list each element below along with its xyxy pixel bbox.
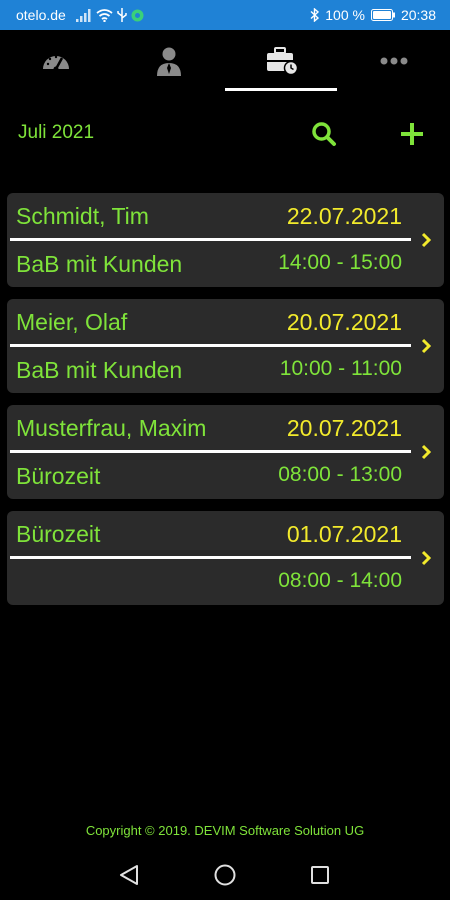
more-dots-icon <box>380 57 408 65</box>
card-divider <box>10 238 411 241</box>
system-navigation-bar <box>0 850 450 900</box>
person-icon <box>157 47 181 76</box>
recents-square-icon <box>311 866 329 884</box>
tab-appointments[interactable] <box>226 30 338 92</box>
appointment-contact: Meier, Olaf <box>16 309 128 335</box>
wifi-icon <box>96 8 113 22</box>
appointment-contact: Musterfrau, Maxim <box>16 415 207 441</box>
status-bar: otelo.de 100 % 20:38 <box>0 0 450 30</box>
card-divider <box>10 450 411 453</box>
month-label[interactable]: Juli 2021 <box>18 122 94 144</box>
battery-percent: 100 % <box>325 7 365 23</box>
card-divider <box>10 344 411 347</box>
speedometer-icon <box>43 55 69 72</box>
appointment-card[interactable]: Musterfrau, Maxim 20.07.2021 Bürozeit 08… <box>7 405 444 499</box>
home-button[interactable] <box>212 862 238 888</box>
card-divider <box>10 556 411 559</box>
appointment-contact: Bürozeit <box>16 521 101 547</box>
tab-dashboard[interactable] <box>0 30 112 92</box>
plus-icon <box>401 123 423 145</box>
search-button[interactable] <box>306 116 342 152</box>
appointment-time: 10:00 - 11:00 <box>279 357 402 380</box>
clock: 20:38 <box>400 7 436 23</box>
chevron-right-icon[interactable] <box>418 441 434 463</box>
appointment-date: 20.07.2021 <box>286 309 402 335</box>
active-tab-indicator <box>225 88 337 91</box>
chevron-right-icon[interactable] <box>418 335 434 357</box>
appointment-contact: Schmidt, Tim <box>16 203 149 229</box>
status-bar-left: otelo.de <box>16 7 144 23</box>
back-button[interactable] <box>116 862 142 888</box>
bluetooth-icon <box>310 8 320 22</box>
appointment-subject: Bürozeit <box>16 463 101 489</box>
back-triangle-icon <box>120 865 138 885</box>
list-header: Juli 2021 <box>0 108 450 158</box>
appointment-card[interactable]: Meier, Olaf 20.07.2021 BaB mit Kunden 10… <box>7 299 444 393</box>
appointment-subject: BaB mit Kunden <box>16 357 183 383</box>
usb-icon <box>117 8 127 22</box>
battery-icon <box>370 9 395 21</box>
appointment-card[interactable]: Schmidt, Tim 22.07.2021 BaB mit Kunden 1… <box>7 193 444 287</box>
appointment-date: 22.07.2021 <box>286 203 402 229</box>
chevron-right-icon[interactable] <box>418 547 434 569</box>
briefcase-clock-icon <box>267 47 298 75</box>
copyright-text: Copyright © 2019. DEVIM Software Solutio… <box>85 823 365 838</box>
appointment-date: 20.07.2021 <box>286 415 402 441</box>
recents-button[interactable] <box>307 862 333 888</box>
chevron-right-icon[interactable] <box>418 229 434 251</box>
search-icon <box>312 122 336 146</box>
appointment-time: 14:00 - 15:00 <box>278 251 402 274</box>
status-bar-right: 100 % 20:38 <box>310 7 436 23</box>
home-circle-icon <box>214 864 236 886</box>
appointment-subject: BaB mit Kunden <box>16 251 183 277</box>
tab-contacts[interactable] <box>113 30 225 92</box>
signal-icon <box>75 8 91 22</box>
add-appointment-button[interactable] <box>394 116 430 152</box>
vpn-icon <box>131 9 144 21</box>
tab-bar <box>0 30 450 92</box>
appointment-date: 01.07.2021 <box>286 521 402 547</box>
tab-more[interactable] <box>338 30 450 92</box>
appointment-card[interactable]: Bürozeit 01.07.2021 08:00 - 14:00 <box>7 511 444 605</box>
appointment-time: 08:00 - 13:00 <box>278 463 402 486</box>
appointment-time: 08:00 - 14:00 <box>278 569 402 592</box>
carrier-name: otelo.de <box>16 7 66 23</box>
